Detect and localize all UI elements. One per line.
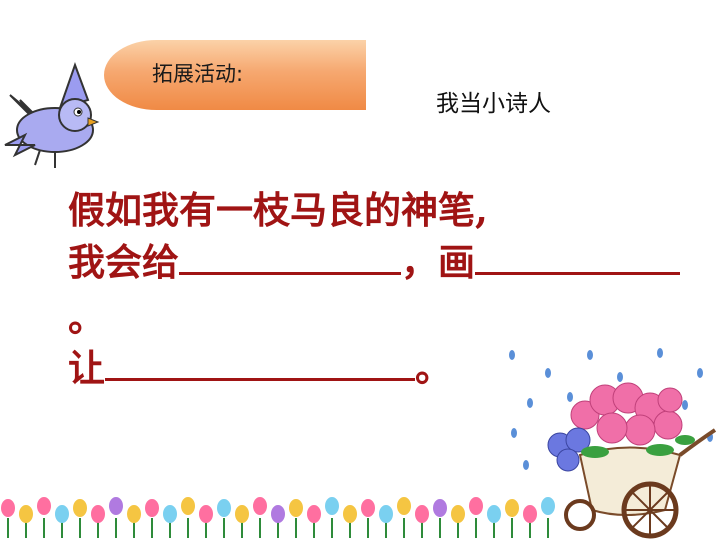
poem-line-2: 我会给 ，画 <box>68 232 680 286</box>
poem-line-2-mid: ，画 <box>401 240 475 284</box>
poem-line-4: 让。 <box>68 338 452 392</box>
subtitle: 我当小诗人 <box>436 91 551 117</box>
poem-line-3-text: 。 <box>68 296 105 340</box>
blank-3 <box>105 348 415 381</box>
flower-cart-icon <box>547 382 717 539</box>
poem-line-1-text: 假如我有一枝马良的神笔, <box>68 188 488 232</box>
poem-line-2-start: 我会给 <box>68 240 179 284</box>
blank-1 <box>179 242 401 275</box>
poem-line-1: 假如我有一枝马良的神笔, <box>68 180 488 234</box>
activity-label: 拓展活动: <box>152 62 244 86</box>
poem-line-4-start: 让 <box>68 346 105 390</box>
blank-2 <box>475 242 680 275</box>
flower-border-icon <box>1 497 555 538</box>
poem-line-4-end: 。 <box>415 346 452 390</box>
bird-icon <box>4 62 100 168</box>
poem-line-3: 。 <box>68 288 105 342</box>
